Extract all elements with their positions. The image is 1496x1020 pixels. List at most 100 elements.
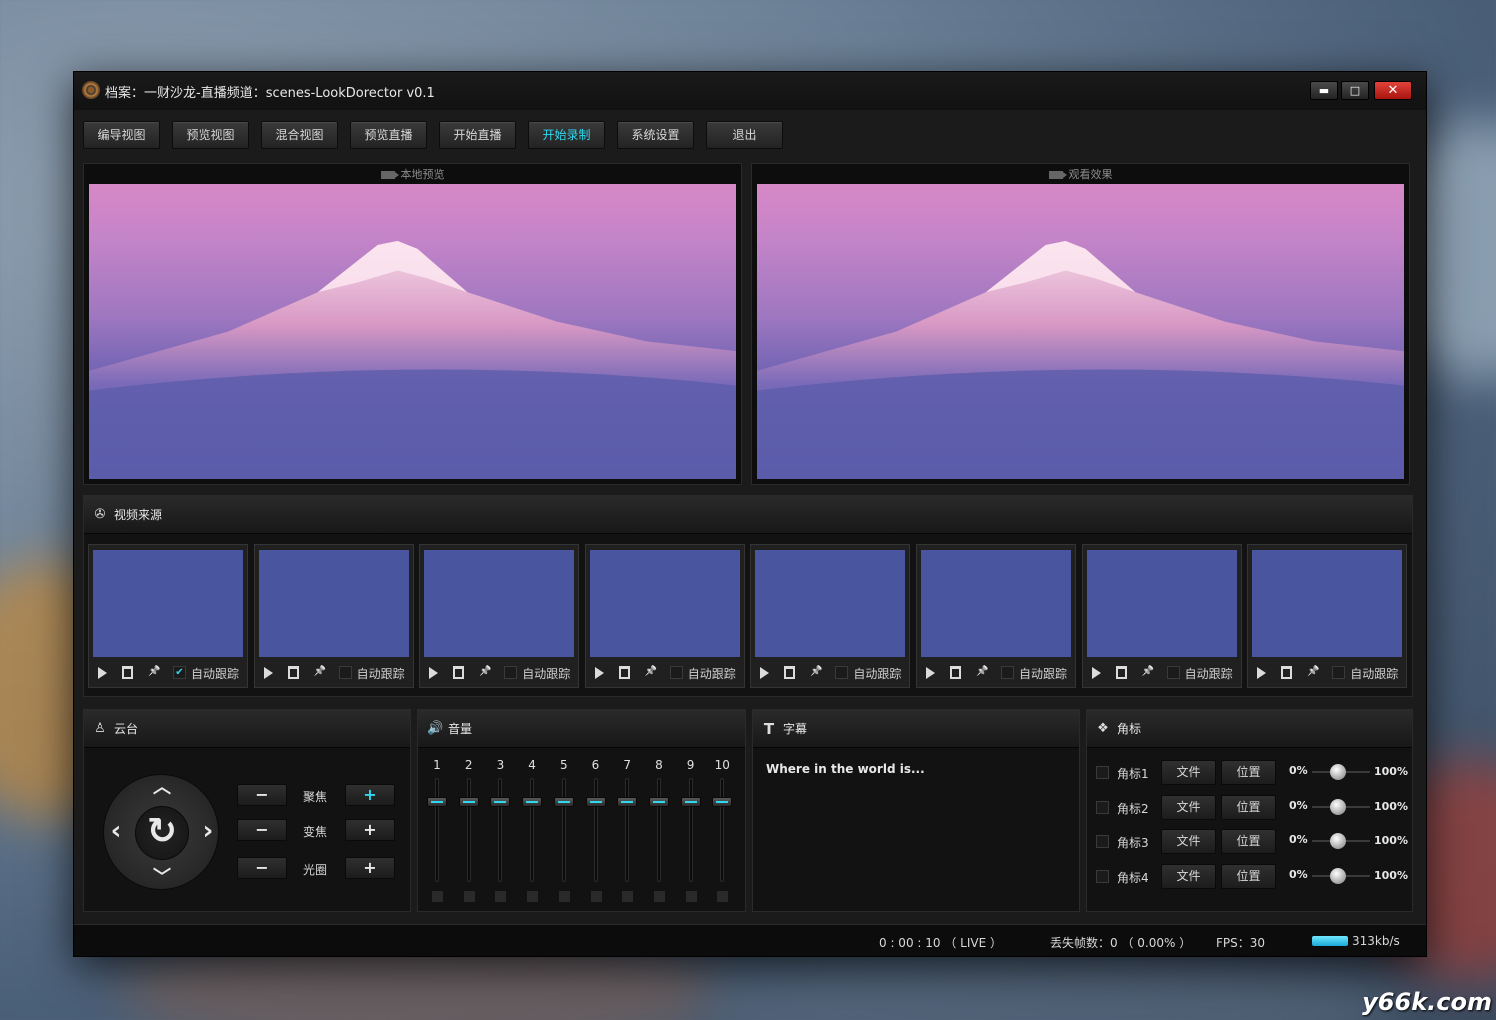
volume-mute-checkbox[interactable] <box>589 890 603 903</box>
source-thumbnail[interactable] <box>424 550 575 657</box>
volume-slider-track[interactable] <box>498 778 503 882</box>
volume-slider-track[interactable] <box>656 778 661 882</box>
source-card[interactable]: 📌 自动跟踪 <box>916 544 1076 688</box>
toolbar-button[interactable]: 开始录制 <box>528 121 605 149</box>
logo-file-button[interactable]: 文件 <box>1161 864 1216 889</box>
trash-icon[interactable] <box>122 666 133 679</box>
volume-slider-knob[interactable] <box>617 797 638 807</box>
volume-slider-track[interactable] <box>593 778 598 882</box>
volume-mute-checkbox[interactable] <box>557 890 571 903</box>
auto-track-checkbox[interactable] <box>504 666 518 679</box>
logo-file-button[interactable]: 文件 <box>1161 829 1216 854</box>
logo-checkbox[interactable] <box>1096 870 1109 883</box>
volume-mute-checkbox[interactable] <box>652 890 666 903</box>
source-card[interactable]: 📌 自动跟踪 <box>1247 544 1408 688</box>
volume-slider-knob[interactable] <box>648 797 669 807</box>
volume-mute-checkbox[interactable] <box>526 890 540 903</box>
source-card[interactable]: 📌 自动跟踪 <box>419 544 580 688</box>
auto-track-checkbox[interactable] <box>1166 666 1180 679</box>
logo-file-button[interactable]: 文件 <box>1161 795 1216 820</box>
trash-icon[interactable] <box>287 666 299 679</box>
volume-mute-checkbox[interactable] <box>431 890 444 903</box>
logo-checkbox[interactable] <box>1096 835 1109 848</box>
logo-position-button[interactable]: 位置 <box>1221 760 1276 785</box>
trash-icon[interactable] <box>950 666 961 679</box>
logo-opacity-knob[interactable] <box>1330 833 1346 849</box>
volume-slider-knob[interactable] <box>680 797 701 807</box>
local-preview-video[interactable] <box>89 184 736 479</box>
volume-slider-knob[interactable] <box>522 797 543 807</box>
trash-icon[interactable] <box>1115 666 1127 679</box>
auto-track-checkbox[interactable] <box>1332 666 1346 679</box>
toolbar-button[interactable]: 预览直播 <box>350 121 427 149</box>
volume-slider-knob[interactable] <box>490 797 511 807</box>
source-card[interactable]: 📌 自动跟踪 <box>584 544 745 688</box>
ptz-right-arrow-icon[interactable]: › <box>199 818 217 844</box>
pin-icon[interactable]: 📌 <box>314 665 326 679</box>
logo-checkbox[interactable] <box>1096 766 1109 779</box>
watch-preview-video[interactable] <box>757 184 1404 479</box>
toolbar-button[interactable]: 系统设置 <box>617 121 694 149</box>
source-card[interactable]: 📌 ✔ 自动跟踪 <box>88 544 248 688</box>
ptz-plus-button[interactable]: + <box>345 857 395 879</box>
logo-position-button[interactable]: 位置 <box>1221 795 1276 820</box>
source-thumbnail[interactable] <box>258 550 409 657</box>
source-thumbnail[interactable] <box>755 550 906 657</box>
auto-track-checkbox[interactable] <box>1001 666 1014 679</box>
toolbar-button[interactable]: 开始直播 <box>439 121 516 149</box>
volume-mute-checkbox[interactable] <box>494 890 508 903</box>
auto-track-checkbox[interactable] <box>669 666 683 679</box>
play-icon[interactable] <box>263 667 273 679</box>
logo-opacity-knob[interactable] <box>1330 799 1346 815</box>
auto-track-checkbox[interactable] <box>835 666 849 679</box>
pin-icon[interactable]: 📌 <box>810 665 822 679</box>
logo-checkbox[interactable] <box>1096 801 1109 814</box>
ptz-minus-button[interactable]: − <box>237 819 287 841</box>
auto-track-checkbox[interactable] <box>338 666 352 679</box>
ptz-plus-button[interactable]: + <box>345 784 395 806</box>
source-thumbnail[interactable] <box>1086 550 1237 657</box>
volume-mute-checkbox[interactable] <box>684 890 698 903</box>
volume-slider-knob[interactable] <box>585 797 606 807</box>
volume-slider-track[interactable] <box>688 778 693 882</box>
maximize-button[interactable]: □ <box>1341 81 1369 100</box>
volume-slider-track[interactable] <box>435 778 439 882</box>
volume-slider-knob[interactable] <box>553 797 574 807</box>
caption-text-input[interactable]: Where in the world is... <box>766 762 925 776</box>
volume-slider-track[interactable] <box>625 778 630 882</box>
pin-icon[interactable]: 📌 <box>1142 665 1154 679</box>
ptz-reset-icon[interactable]: ↻ <box>135 806 189 860</box>
title-bar[interactable]: 档案：一财沙龙-直播频道：scenes-LookDorector v0.1 ▬ … <box>74 72 1426 110</box>
trash-icon[interactable] <box>618 666 630 679</box>
pin-icon[interactable]: 📌 <box>479 665 491 679</box>
volume-slider-knob[interactable] <box>458 797 479 807</box>
source-card[interactable]: 📌 自动跟踪 <box>253 544 414 688</box>
play-icon[interactable] <box>926 667 935 679</box>
ptz-up-arrow-icon[interactable]: ︿ <box>153 779 171 797</box>
trash-icon[interactable] <box>784 666 796 679</box>
volume-slider-track[interactable] <box>466 778 471 882</box>
play-icon[interactable] <box>1257 667 1267 679</box>
toolbar-button[interactable]: 预览视图 <box>172 121 249 149</box>
volume-mute-checkbox[interactable] <box>716 890 730 903</box>
source-thumbnail[interactable] <box>589 550 740 657</box>
auto-track-checkbox[interactable]: ✔ <box>173 666 186 679</box>
ptz-minus-button[interactable]: − <box>237 784 287 806</box>
play-icon[interactable] <box>594 667 604 679</box>
close-button[interactable]: ✕ <box>1374 81 1412 100</box>
volume-slider-track[interactable] <box>720 778 725 882</box>
play-icon[interactable] <box>760 667 770 679</box>
volume-slider-knob[interactable] <box>427 797 447 807</box>
pin-icon[interactable]: 📌 <box>1307 665 1319 679</box>
trash-icon[interactable] <box>453 666 465 679</box>
ptz-down-arrow-icon[interactable]: ﹀ <box>153 869 171 887</box>
source-card[interactable]: 📌 自动跟踪 <box>1081 544 1242 688</box>
toolbar-button[interactable]: 编导视图 <box>83 121 160 149</box>
logo-file-button[interactable]: 文件 <box>1161 760 1216 785</box>
volume-slider-knob[interactable] <box>712 797 733 807</box>
ptz-minus-button[interactable]: − <box>237 857 287 879</box>
logo-position-button[interactable]: 位置 <box>1221 829 1276 854</box>
toolbar-button[interactable]: 混合视图 <box>261 121 338 149</box>
play-icon[interactable] <box>98 667 107 679</box>
pin-icon[interactable]: 📌 <box>976 665 988 679</box>
